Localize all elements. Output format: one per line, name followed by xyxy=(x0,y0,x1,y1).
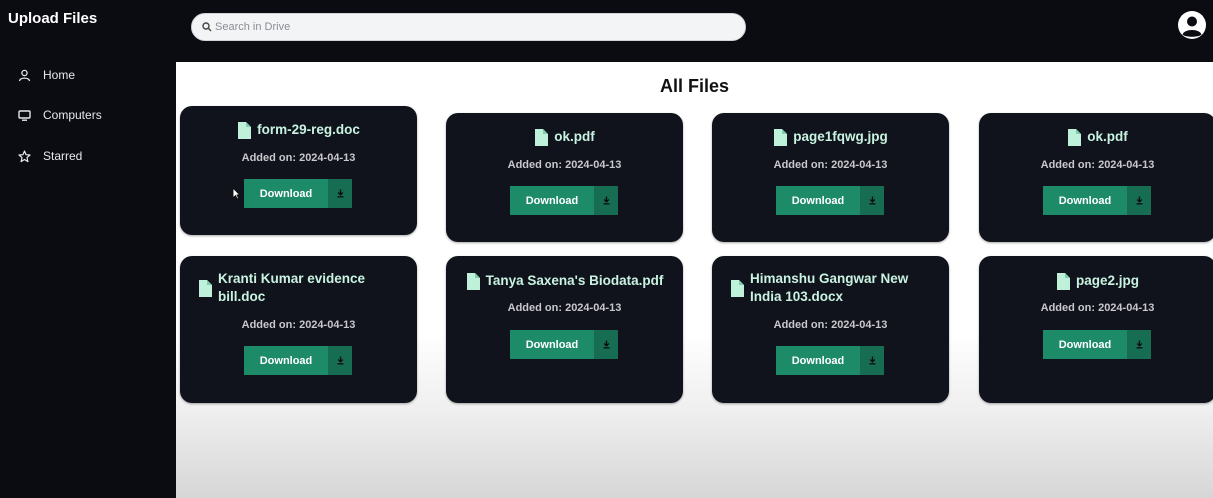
download-label: Download xyxy=(244,346,328,375)
file-icon xyxy=(1056,273,1070,290)
file-title: ok.pdf xyxy=(446,128,683,146)
file-name: ok.pdf xyxy=(1087,129,1128,144)
file-title: Kranti Kumar evidence bill.doc xyxy=(180,270,417,306)
search-icon xyxy=(202,22,212,32)
top-bar: Upload Files xyxy=(0,0,1213,62)
file-card: page2.jpg Added on: 2024-04-13 Download xyxy=(979,256,1213,403)
added-date: Added on: 2024-04-13 xyxy=(773,159,888,171)
download-label: Download xyxy=(776,346,860,375)
file-card: Himanshu Gangwar New India 103.docx Adde… xyxy=(712,256,949,403)
file-name: Kranti Kumar evidence bill.doc xyxy=(218,271,366,304)
added-date: Added on: 2024-04-13 xyxy=(241,319,356,331)
download-button[interactable]: Download xyxy=(510,186,618,215)
file-title: ok.pdf xyxy=(979,128,1213,146)
file-icon xyxy=(1068,129,1082,146)
download-button[interactable]: Download xyxy=(1043,330,1151,359)
download-icon xyxy=(594,186,618,215)
download-icon xyxy=(860,186,884,215)
download-label: Download xyxy=(1043,186,1127,215)
sidebar-item-label: Computers xyxy=(43,108,102,122)
sidebar-item-computers[interactable]: Computers xyxy=(18,105,102,125)
sidebar-item-label: Starred xyxy=(43,149,83,163)
added-date: Added on: 2024-04-13 xyxy=(1040,302,1155,314)
download-button[interactable]: Download xyxy=(510,330,618,359)
download-label: Download xyxy=(510,330,594,359)
download-label: Download xyxy=(776,186,860,215)
added-date: Added on: 2024-04-13 xyxy=(1040,159,1155,171)
file-title: Tanya Saxena's Biodata.pdf xyxy=(446,272,683,290)
download-label: Download xyxy=(244,179,328,208)
file-title: page1fqwg.jpg xyxy=(712,128,949,146)
file-card: ok.pdf Added on: 2024-04-13 Download xyxy=(446,113,683,242)
search-bar[interactable] xyxy=(191,13,746,41)
file-title: form-29-reg.doc xyxy=(180,121,417,139)
file-icon xyxy=(238,122,252,139)
sidebar: Home Computers Starred xyxy=(0,62,176,498)
sidebar-item-starred[interactable]: Starred xyxy=(18,146,82,166)
download-button[interactable]: Download xyxy=(776,346,884,375)
added-date: Added on: 2024-04-13 xyxy=(507,159,622,171)
file-name: form-29-reg.doc xyxy=(257,122,360,137)
download-label: Download xyxy=(510,186,594,215)
added-date: Added on: 2024-04-13 xyxy=(241,152,356,164)
file-card: Kranti Kumar evidence bill.doc Added on:… xyxy=(180,256,417,403)
file-name: page2.jpg xyxy=(1075,273,1139,288)
file-icon xyxy=(731,280,744,297)
download-icon xyxy=(328,346,352,375)
download-icon xyxy=(1127,186,1151,215)
main-content: All Files form-29-reg.doc Added on: 2024… xyxy=(176,62,1213,498)
mouse-cursor-icon xyxy=(232,187,241,200)
sidebar-item-home[interactable]: Home xyxy=(18,65,75,85)
file-card: Tanya Saxena's Biodata.pdf Added on: 202… xyxy=(446,256,683,403)
file-icon xyxy=(199,280,212,297)
page-title: All Files xyxy=(659,76,730,96)
added-date: Added on: 2024-04-13 xyxy=(773,319,888,331)
download-icon xyxy=(594,330,618,359)
download-icon xyxy=(860,346,884,375)
download-icon xyxy=(1127,330,1151,359)
download-icon xyxy=(328,179,352,208)
download-button[interactable]: Download xyxy=(244,179,352,208)
download-button[interactable]: Download xyxy=(776,186,884,215)
file-icon xyxy=(466,273,480,290)
monitor-icon xyxy=(18,109,31,121)
file-icon xyxy=(774,129,788,146)
download-button[interactable]: Download xyxy=(244,346,352,375)
file-name: ok.pdf xyxy=(554,129,595,144)
file-title: Himanshu Gangwar New India 103.docx xyxy=(712,270,949,306)
sidebar-item-label: Home xyxy=(43,68,76,82)
star-icon xyxy=(18,149,31,162)
file-card: page1fqwg.jpg Added on: 2024-04-13 Downl… xyxy=(712,113,949,242)
file-card: ok.pdf Added on: 2024-04-13 Download xyxy=(979,113,1213,242)
search-input[interactable] xyxy=(215,21,715,33)
file-name: Tanya Saxena's Biodata.pdf xyxy=(485,273,664,288)
file-card: form-29-reg.doc Added on: 2024-04-13 Dow… xyxy=(180,106,417,235)
added-date: Added on: 2024-04-13 xyxy=(507,302,622,314)
account-avatar-icon[interactable] xyxy=(1177,10,1207,40)
file-icon xyxy=(535,129,549,146)
file-title: page2.jpg xyxy=(979,272,1213,290)
file-name: Himanshu Gangwar New India 103.docx xyxy=(750,271,909,304)
user-icon xyxy=(18,69,31,81)
download-button[interactable]: Download xyxy=(1043,186,1151,215)
file-name: page1fqwg.jpg xyxy=(793,129,888,144)
app-title: Upload Files xyxy=(8,10,98,27)
download-label: Download xyxy=(1043,330,1127,359)
